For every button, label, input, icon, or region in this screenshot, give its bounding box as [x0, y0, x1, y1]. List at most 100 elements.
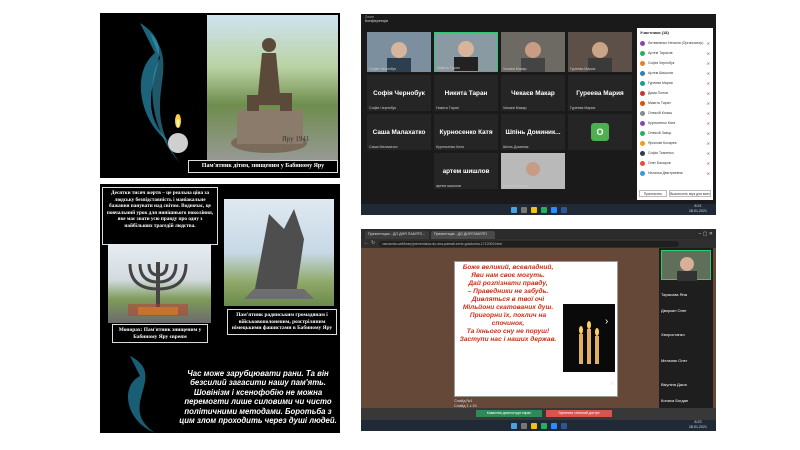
name-tile-4[interactable]: Гуреева Мария Гуреева Мария [568, 75, 632, 111]
video-name-5: Вікуліна Джоя [661, 382, 687, 387]
mic-muted-icon[interactable]: ✕ [707, 171, 710, 176]
mic-muted-icon[interactable]: ✕ [707, 141, 710, 146]
slide-line-9: Заступи нас і наших держав. [459, 336, 557, 343]
participant-row[interactable]: Олег Бахаров ✕ [640, 158, 710, 168]
participant-row[interactable]: Дима Попов ✕ [640, 88, 710, 98]
menorah-caption: Монорах: Пам'ятник знищеним у Бабиному Я… [112, 324, 208, 344]
participant-row[interactable]: Артем Тарасов ✕ [640, 48, 710, 58]
word-icon[interactable] [560, 422, 567, 429]
clock: 8:23 28.01.2021 [689, 420, 707, 429]
soviet-monument-figure [244, 209, 314, 299]
search-icon[interactable] [520, 422, 527, 429]
participant-row[interactable]: Олексій Заєць ✕ [640, 128, 710, 138]
video-tile-3[interactable]: Чекаєв Макар [501, 32, 565, 72]
slide-line-8: Та їхнього сну не поруш! [466, 328, 550, 335]
clock: 8:21 28.01.2021 [689, 204, 707, 213]
video-tile-4[interactable]: Гуреева Мария [568, 32, 632, 72]
reload-icon[interactable]: ↻ [371, 240, 375, 246]
mic-muted-icon[interactable]: ✕ [707, 161, 710, 166]
mic-muted-icon[interactable]: ✕ [707, 101, 710, 106]
video-tile-5[interactable]: Олексій Кочиш [501, 153, 565, 189]
candles-image [563, 304, 615, 372]
invite-button[interactable]: Пригласить [639, 190, 667, 197]
mic-muted-icon[interactable]: ✕ [707, 41, 710, 46]
participant-row[interactable]: Литвиненко Наталія (Організатор) ✕ [640, 38, 710, 48]
tile-name: артем шишлов [442, 167, 490, 175]
window-controls[interactable]: – ▢ ✕ [699, 231, 713, 237]
slide-memorials: Десятки тисяч жертв – це реальна ціна за… [100, 184, 340, 351]
back-icon[interactable]: ← [364, 240, 369, 246]
video-name-3: Хворостанко [661, 332, 685, 337]
participant-row[interactable]: Курносенко Катя ✕ [640, 118, 710, 128]
url-field[interactable]: vseosvita.ua/library/prezentacia-do-dna-… [379, 240, 679, 247]
slide-line-5: Дивляться в твої очі [471, 296, 545, 303]
video-tile-1[interactable]: Софія Чернобук [367, 32, 431, 72]
participant-row[interactable]: Софія Ткаченко ✕ [640, 148, 710, 158]
tile-name: Саша Малахатко [372, 128, 426, 136]
zoom-icon[interactable] [550, 422, 557, 429]
speaker-video[interactable] [661, 250, 711, 281]
participant-row[interactable]: Наталья Дмитриевна ✕ [640, 168, 710, 178]
mic-muted-icon[interactable]: ✕ [707, 91, 710, 96]
explorer-icon[interactable] [530, 422, 537, 429]
tile-label: Никита Таран [437, 66, 460, 70]
name-tile-2[interactable]: Никита Таран Никита Таран [434, 75, 498, 111]
browser-tab-1[interactable]: Презентация - ДО ДНЯ ПАМ'ЯТІ... [365, 231, 429, 239]
name-tile-3[interactable]: Чекаєв Макар Чекаєв Макар [501, 75, 565, 111]
monument-figure [231, 38, 307, 153]
mic-muted-icon[interactable]: ✕ [707, 151, 710, 156]
name-tile-7[interactable]: Шпінь Доминик... Шпінь Доминик [501, 114, 565, 150]
word-icon[interactable] [560, 206, 567, 213]
participants-list: Литвиненко Наталія (Організатор) ✕ Артем … [637, 38, 713, 188]
participant-row[interactable]: Ярослав Косарев ✕ [640, 138, 710, 148]
participant-row[interactable]: Гуреева Мария ✕ [640, 78, 710, 88]
name-tile-5[interactable]: Саша Малахатко Саша Малахатко [367, 114, 431, 150]
mic-muted-icon[interactable]: ✕ [707, 71, 710, 76]
windows-start-icon[interactable] [510, 206, 517, 213]
video-tile-2[interactable]: Никита Таран [434, 32, 498, 72]
flame-graphic-small [128, 356, 155, 433]
tile-label: Шпінь Доминик [503, 145, 529, 149]
mic-muted-icon[interactable]: ✕ [707, 121, 710, 126]
slide-quote: Час може зарубцювати рани. Та він безсил… [100, 351, 340, 433]
video-name-2: Дворкин Олег [661, 308, 687, 313]
monument-children-caption: Пам'ятник дітям, знищеним у Бабиному Яру [188, 160, 338, 173]
slide-counter: Слайд №1 Слайд 1 з 15 [454, 399, 477, 408]
mic-muted-icon[interactable]: ✕ [707, 51, 710, 56]
name-tile-1[interactable]: Софія Чернобук Софія Чернобук [367, 75, 431, 111]
name-tile-8[interactable]: артем шишлов артем шишлов [434, 153, 498, 189]
tile-label: Гуреева Мария [570, 67, 596, 71]
windows-start-icon[interactable] [510, 422, 517, 429]
mic-muted-icon[interactable]: ✕ [707, 81, 710, 86]
tile-label: Софія Чернобук [369, 106, 397, 110]
participant-row[interactable]: Микита Таран ✕ [640, 98, 710, 108]
explorer-icon[interactable] [530, 206, 537, 213]
close-viewer-icon[interactable]: ✕ [609, 379, 616, 388]
participant-row[interactable]: Софія Чернобук ✕ [640, 58, 710, 68]
name-tile-6[interactable]: Курносенко Катя Курносенко Катя [434, 114, 498, 150]
person-video [588, 42, 612, 72]
next-slide-icon[interactable]: › [605, 316, 608, 327]
mic-muted-icon[interactable]: ✕ [707, 61, 710, 66]
window-title: Конференція [365, 18, 389, 23]
search-icon[interactable] [520, 206, 527, 213]
browser-tab-2[interactable]: Презентація - ДО ДНЯ ПАМ'ЯТІ [431, 231, 495, 239]
green-avatar: О [591, 123, 609, 141]
browser-icon[interactable] [540, 422, 547, 429]
share-bar: Ковалева демонструє екран Зупинити спіль… [476, 410, 616, 418]
browser-icon[interactable] [540, 206, 547, 213]
mic-muted-icon[interactable]: ✕ [707, 111, 710, 116]
avatar-tile[interactable]: О [568, 114, 632, 150]
tile-label: Курносенко Катя [436, 145, 464, 149]
tile-label: Никита Таран [436, 106, 459, 110]
zoom-icon[interactable] [550, 206, 557, 213]
video-strip: Тарасова Яна Дворкин Олег Хворостанко Ме… [659, 248, 713, 408]
participant-row[interactable]: Олексій Кочиш ✕ [640, 108, 710, 118]
participants-title: Участники (18) [640, 30, 669, 35]
stop-share-button[interactable]: Зупинити спільний доступ [546, 410, 612, 417]
soviet-monument-caption: Пам'ятник радянським громадянам і військ… [227, 309, 337, 335]
mute-all-button[interactable]: Выключить звук для всех [669, 190, 711, 197]
tile-label: Олексій Кочиш [503, 184, 528, 188]
participant-row[interactable]: Артем Шишлов ✕ [640, 68, 710, 78]
mic-muted-icon[interactable]: ✕ [707, 131, 710, 136]
